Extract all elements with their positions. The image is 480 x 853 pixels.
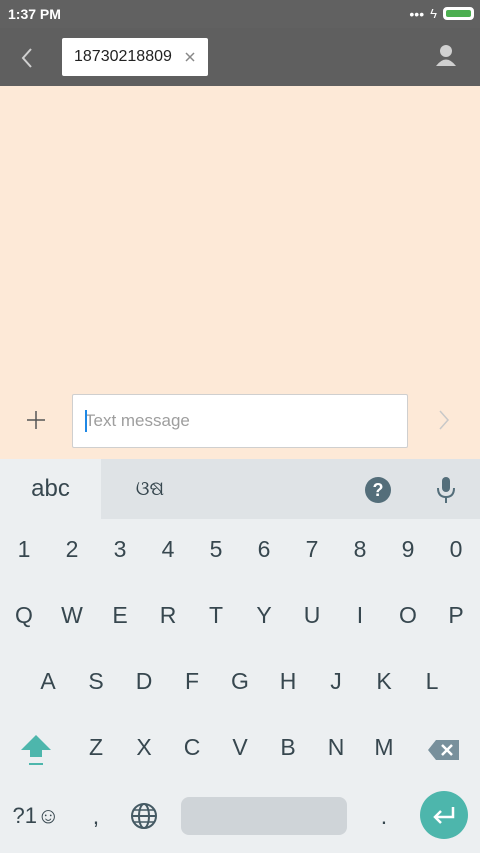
qwerty-row: Q W E R T Y U I O P [0, 585, 480, 651]
key-g[interactable]: G [216, 651, 264, 711]
enter-arrow-icon [433, 807, 455, 824]
keyboard-toolbar: abc ଓଷ ? [0, 459, 480, 519]
key-p[interactable]: P [432, 585, 480, 645]
microphone-button[interactable] [434, 475, 458, 505]
key-h[interactable]: H [264, 651, 312, 711]
key-m[interactable]: M [360, 717, 408, 777]
person-icon [436, 45, 456, 66]
signal-dots-icon: ••• [409, 5, 425, 22]
key-u[interactable]: U [288, 585, 336, 645]
backspace-key[interactable] [420, 717, 468, 783]
battery-icon [443, 7, 474, 20]
key-b[interactable]: B [264, 717, 312, 777]
enter-key[interactable] [420, 791, 468, 839]
key-c[interactable]: C [168, 717, 216, 777]
key-5[interactable]: 5 [192, 519, 240, 579]
key-7[interactable]: 7 [288, 519, 336, 579]
symbols-key[interactable]: ?1☺ [6, 783, 66, 849]
status-time: 1:37 PM [8, 6, 61, 22]
period-key[interactable]: . [360, 783, 408, 849]
key-9[interactable]: 9 [384, 519, 432, 579]
space-key[interactable] [181, 797, 347, 835]
key-4[interactable]: 4 [144, 519, 192, 579]
key-a[interactable]: A [24, 651, 72, 711]
key-n[interactable]: N [312, 717, 360, 777]
key-v[interactable]: V [216, 717, 264, 777]
conversation-header: 18730218809 [0, 28, 480, 86]
key-t[interactable]: T [192, 585, 240, 645]
attach-button[interactable] [20, 404, 52, 436]
key-0[interactable]: 0 [432, 519, 480, 579]
key-8[interactable]: 8 [336, 519, 384, 579]
zxcv-row: Z X C V B N M [0, 717, 480, 783]
key-k[interactable]: K [360, 651, 408, 711]
key-1[interactable]: 1 [0, 519, 48, 579]
send-button[interactable] [430, 404, 458, 436]
backspace-icon [428, 740, 459, 760]
key-x[interactable]: X [120, 717, 168, 777]
key-r[interactable]: R [144, 585, 192, 645]
chevron-right-icon [439, 410, 450, 430]
status-bar: 1:37 PM ••• ϟ [0, 0, 480, 28]
shift-key[interactable] [12, 717, 60, 783]
key-f[interactable]: F [168, 651, 216, 711]
key-j[interactable]: J [312, 651, 360, 711]
recipient-number: 18730218809 [74, 48, 172, 65]
number-row: 1 2 3 4 5 6 7 8 9 0 [0, 519, 480, 585]
key-q[interactable]: Q [0, 585, 48, 645]
help-icon[interactable]: ? [365, 477, 391, 503]
key-2[interactable]: 2 [48, 519, 96, 579]
key-l[interactable]: L [408, 651, 456, 711]
chevron-left-icon [21, 48, 32, 68]
back-button[interactable] [10, 41, 44, 75]
key-o[interactable]: O [384, 585, 432, 645]
remove-recipient-button[interactable] [182, 47, 198, 67]
language-switch-key[interactable] [120, 783, 168, 849]
add-contact-button[interactable] [432, 42, 460, 72]
text-cursor [85, 410, 87, 432]
language-odia-tab[interactable]: ଓଷ [130, 475, 170, 503]
shift-arrow-icon [21, 735, 51, 765]
soft-keyboard: abc ଓଷ ? 1 2 3 4 5 6 7 8 9 0 Q W E R T Y… [0, 459, 480, 853]
key-y[interactable]: Y [240, 585, 288, 645]
asdf-row: A S D F G H J K L [0, 651, 480, 717]
bottom-row: ?1☺ , . [0, 783, 480, 849]
key-i[interactable]: I [336, 585, 384, 645]
message-input[interactable] [72, 394, 408, 448]
key-e[interactable]: E [96, 585, 144, 645]
close-icon [185, 52, 195, 62]
key-d[interactable]: D [120, 651, 168, 711]
globe-icon [131, 803, 157, 829]
key-6[interactable]: 6 [240, 519, 288, 579]
language-abc-tab[interactable]: abc [0, 459, 101, 519]
charging-bolt-icon: ϟ [430, 5, 437, 21]
recipient-chip[interactable]: 18730218809 [62, 38, 208, 76]
key-w[interactable]: W [48, 585, 96, 645]
status-icons: ••• ϟ [409, 5, 474, 22]
plus-icon [27, 411, 45, 429]
microphone-icon [437, 477, 455, 503]
conversation-area [0, 86, 480, 459]
key-3[interactable]: 3 [96, 519, 144, 579]
comma-key[interactable]: , [72, 783, 120, 849]
key-z[interactable]: Z [72, 717, 120, 777]
key-s[interactable]: S [72, 651, 120, 711]
